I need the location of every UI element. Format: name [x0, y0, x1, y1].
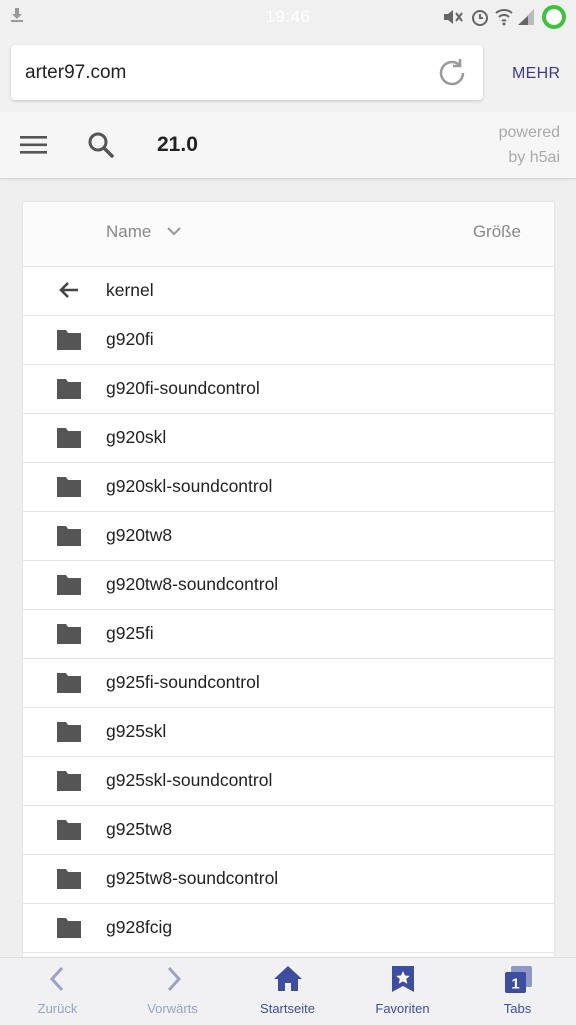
- folder-name: g925tw8: [106, 819, 173, 839]
- bookmark-star-icon: [345, 964, 460, 994]
- favorites-label: Favoriten: [375, 1001, 430, 1016]
- chevron-down-icon[interactable]: [166, 223, 182, 239]
- folder-row[interactable]: g925tw8-soundcontrol: [23, 854, 554, 904]
- back-button[interactable]: Zurück: [0, 958, 115, 1025]
- tabs-icon: 1: [460, 964, 575, 994]
- sort-by-name[interactable]: Name: [106, 222, 151, 242]
- folder-row[interactable]: g920skl: [23, 413, 554, 463]
- folder-row[interactable]: g920fi: [23, 315, 554, 365]
- browser-toolbar: arter97.com MEHR: [0, 34, 576, 113]
- file-list: Name Größe kernel g920fi g920fi-soundcont…: [23, 202, 554, 1002]
- arrow-back-icon: [57, 279, 81, 301]
- status-bar: 19:46: [0, 0, 576, 34]
- parent-folder-label: kernel: [106, 280, 154, 300]
- tabs-button[interactable]: 1 Tabs: [460, 958, 575, 1025]
- folder-row[interactable]: g925skl-soundcontrol: [23, 756, 554, 806]
- menu-icon[interactable]: [20, 133, 48, 157]
- folder-name: g920skl: [106, 427, 167, 447]
- more-button[interactable]: MEHR: [512, 65, 560, 83]
- powered-line1: powered: [498, 124, 560, 141]
- folder-icon: [57, 867, 81, 889]
- folder-name: g925fi-soundcontrol: [106, 672, 260, 692]
- wifi-icon: [495, 7, 513, 32]
- home-icon: [230, 964, 345, 994]
- bottom-navigation: Zurück Vorwärts Startseite Favoriten 1 T…: [0, 957, 576, 1025]
- folder-name: g920tw8: [106, 525, 173, 545]
- folder-icon: [57, 475, 81, 497]
- folder-icon: [57, 769, 81, 791]
- home-button[interactable]: Startseite: [230, 958, 345, 1025]
- folder-name: g920tw8-soundcontrol: [106, 574, 279, 594]
- back-label: Zurück: [37, 1001, 78, 1016]
- folder-row[interactable]: g925skl: [23, 707, 554, 757]
- powered-line2: by h5ai: [508, 149, 560, 166]
- folder-name: g925fi: [106, 623, 154, 643]
- file-list-header: Name Größe: [23, 202, 554, 267]
- folder-name: g925skl: [106, 721, 167, 741]
- folder-row[interactable]: g920tw8: [23, 511, 554, 561]
- folder-row[interactable]: g920fi-soundcontrol: [23, 364, 554, 414]
- h5ai-topbar: 21.0 powered by h5ai: [0, 112, 576, 179]
- folder-row[interactable]: g925tw8: [23, 805, 554, 855]
- signal-icon: [517, 7, 535, 32]
- folder-icon: [57, 573, 81, 595]
- folder-icon: [57, 377, 81, 399]
- folder-name: g920skl-soundcontrol: [106, 476, 273, 496]
- folder-name: g928fcig: [106, 917, 173, 937]
- tab-count: 1: [511, 976, 519, 993]
- folder-icon: [57, 426, 81, 448]
- tabs-label: Tabs: [503, 1001, 532, 1016]
- chevron-right-icon: [115, 964, 230, 994]
- folder-row[interactable]: g928fcig: [23, 903, 554, 953]
- alarm-icon: [471, 7, 489, 32]
- address-bar[interactable]: arter97.com: [11, 45, 483, 100]
- url-text[interactable]: arter97.com: [25, 62, 126, 84]
- forward-button[interactable]: Vorwärts: [115, 958, 230, 1025]
- chevron-left-icon: [0, 964, 115, 994]
- folder-row[interactable]: g925fi: [23, 609, 554, 659]
- mute-icon: [441, 7, 465, 32]
- favorites-button[interactable]: Favoriten: [345, 958, 460, 1025]
- folder-name: g920fi-soundcontrol: [106, 378, 260, 398]
- folder-row[interactable]: g925fi-soundcontrol: [23, 658, 554, 708]
- folder-row[interactable]: g920skl-soundcontrol: [23, 462, 554, 512]
- search-icon[interactable]: [86, 130, 116, 160]
- status-time: 19:46: [265, 7, 311, 26]
- folder-icon: [57, 720, 81, 742]
- parent-folder-row[interactable]: kernel: [23, 266, 554, 316]
- folder-name: g925tw8-soundcontrol: [106, 868, 279, 888]
- folder-icon: [57, 916, 81, 938]
- battery-icon: [541, 4, 567, 35]
- folder-icon: [57, 328, 81, 350]
- folder-name: g925skl-soundcontrol: [106, 770, 273, 790]
- home-label: Startseite: [260, 1001, 315, 1016]
- folder-row[interactable]: g920tw8-soundcontrol: [23, 560, 554, 610]
- forward-label: Vorwärts: [147, 1001, 198, 1016]
- folder-icon: [57, 671, 81, 693]
- folder-icon: [57, 818, 81, 840]
- breadcrumb-current[interactable]: 21.0: [157, 133, 198, 157]
- powered-by[interactable]: powered by h5ai: [499, 120, 560, 170]
- folder-icon: [57, 622, 81, 644]
- folder-name: g920fi: [106, 329, 154, 349]
- sort-by-size[interactable]: Größe: [473, 222, 521, 242]
- reload-icon[interactable]: [435, 56, 469, 90]
- folder-icon: [57, 524, 81, 546]
